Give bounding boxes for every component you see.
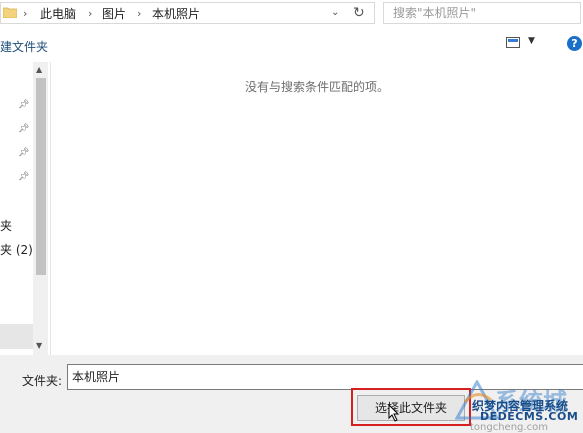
mouse-cursor-icon bbox=[388, 404, 400, 422]
pin-icon: 📌︎ bbox=[18, 100, 30, 110]
file-list-pane[interactable]: 没有与搜索条件匹配的项。 bbox=[51, 62, 583, 355]
view-options-icon[interactable] bbox=[506, 37, 520, 48]
toolbar: 建文件夹 ▼ ? bbox=[0, 28, 583, 63]
breadcrumb-this-pc[interactable]: 此电脑 bbox=[40, 7, 76, 21]
watermark-line3: tongcheng.com bbox=[470, 422, 548, 433]
pin-icon: 📌︎ bbox=[18, 172, 30, 182]
new-folder-button[interactable]: 建文件夹 bbox=[0, 38, 48, 55]
pin-icon: 📌︎ bbox=[18, 124, 30, 134]
nav-item[interactable]: 夹 (2) bbox=[0, 241, 33, 258]
folder-label: 文件夹: bbox=[22, 374, 63, 388]
chevron-down-icon[interactable]: ⌄ bbox=[331, 7, 339, 18]
address-bar[interactable]: › 此电脑 › 图片 › 本机照片 ⌄ ↻ bbox=[0, 2, 375, 24]
address-row: › 此电脑 › 图片 › 本机照片 ⌄ ↻ 搜索"本机照片" bbox=[0, 0, 583, 28]
scroll-up-icon[interactable]: ▲ bbox=[36, 65, 42, 74]
breadcrumb-pictures[interactable]: 图片 bbox=[102, 7, 126, 21]
nav-selected-item[interactable] bbox=[0, 324, 33, 349]
empty-results-message: 没有与搜索条件匹配的项。 bbox=[244, 80, 389, 94]
highlight-box bbox=[351, 388, 471, 426]
search-input[interactable]: 搜索"本机照片" bbox=[383, 2, 581, 24]
refresh-icon[interactable]: ↻ bbox=[353, 5, 365, 21]
breadcrumb-separator-icon[interactable]: › bbox=[23, 7, 27, 21]
breadcrumb-separator-icon[interactable]: › bbox=[137, 7, 141, 21]
folder-icon bbox=[3, 7, 17, 18]
help-button[interactable]: ? bbox=[567, 36, 582, 51]
scrollbar-thumb[interactable] bbox=[36, 78, 46, 275]
breadcrumb-separator-icon[interactable]: › bbox=[88, 7, 92, 21]
nav-item[interactable]: 夹 bbox=[0, 217, 12, 234]
navigation-pane: 📌︎ 📌︎ 📌︎ 📌︎ 夹 夹 (2) ▲ ▼ bbox=[0, 62, 51, 355]
view-dropdown-icon[interactable]: ▼ bbox=[528, 36, 535, 46]
pin-icon: 📌︎ bbox=[18, 148, 30, 158]
breadcrumb-local-photos[interactable]: 本机照片 bbox=[152, 7, 200, 21]
scroll-down-icon[interactable]: ▼ bbox=[36, 341, 42, 350]
